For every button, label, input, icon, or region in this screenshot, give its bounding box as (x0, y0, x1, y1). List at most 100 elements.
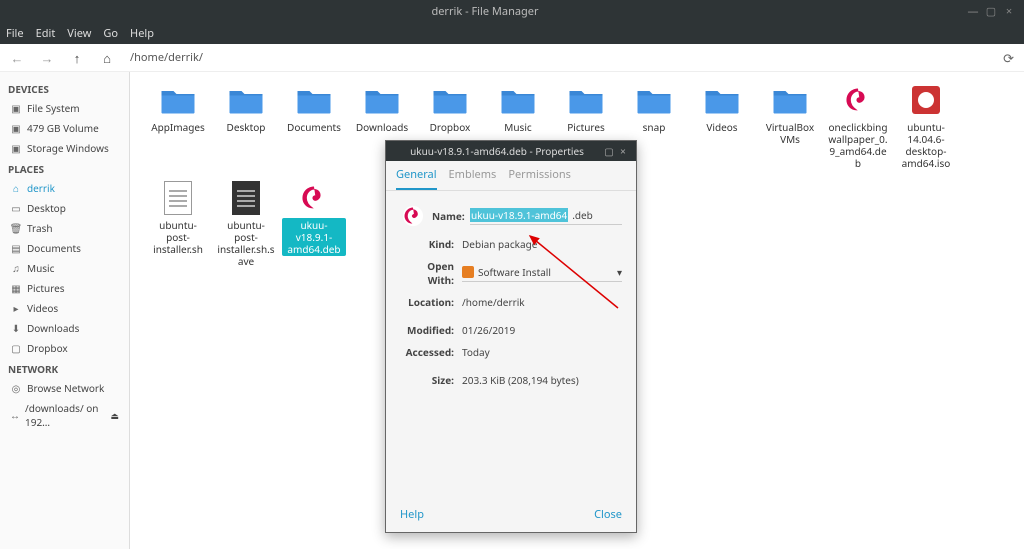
document-icon (158, 182, 198, 214)
menu-go[interactable]: Go (103, 26, 118, 41)
iso-icon (906, 84, 946, 116)
nav-forward-button[interactable]: → (40, 49, 54, 67)
sidebar-item-label: Browse Network (27, 381, 104, 395)
chevron-down-icon: ▾ (617, 265, 622, 279)
debian-swirl-icon (294, 182, 334, 214)
dialog-body: Name: ukuu-v18.9.1-amd64.deb Kind: Debia… (386, 191, 636, 497)
path-bar[interactable]: /home/derrik/ (130, 50, 987, 65)
sidebar-item[interactable]: ▣ Storage Windows (0, 138, 129, 158)
file-label: Desktop (225, 120, 268, 134)
eject-icon[interactable]: ⏏ (110, 409, 119, 422)
dialog-close-button[interactable]: × (616, 144, 630, 158)
file-label: ubuntu-post-installer.sh.save (214, 218, 278, 268)
sidebar-item-label: Downloads (27, 321, 79, 335)
dialog-footer: Help Close (386, 497, 636, 532)
dialog-maximize-button[interactable]: ▢ (602, 144, 616, 158)
sidebar-item[interactable]: ▣479 GB Volume (0, 118, 129, 138)
sidebar-item-icon: ▣ (10, 142, 22, 154)
window-close-button[interactable]: × (1000, 4, 1018, 19)
nav-home-button[interactable]: ⌂ (100, 49, 114, 67)
file-item[interactable]: AppImages (144, 84, 212, 170)
sidebar-item[interactable]: ▦Pictures (0, 278, 129, 298)
dialog-title: ukuu-v18.9.1-amd64.deb - Properties (392, 144, 602, 158)
sidebar-item-label: File System (27, 101, 80, 115)
sidebar-item[interactable]: ↔/downloads/ on 192…⏏ (0, 398, 129, 432)
label-kind: Kind: (400, 237, 462, 251)
file-item[interactable]: ubuntu-14.04.6-desktop-amd64.iso (892, 84, 960, 170)
sidebar-item-label: Pictures (27, 281, 65, 295)
folder-icon (702, 84, 742, 116)
sidebar-item-label: derrik (27, 181, 55, 195)
nav-up-button[interactable]: ↑ (70, 49, 84, 67)
sidebar-item[interactable]: ♫Music (0, 258, 129, 278)
file-label: Music (502, 120, 533, 134)
value-accessed: Today (462, 345, 622, 359)
file-label: Documents (285, 120, 343, 134)
sidebar-item[interactable]: ▣File System (0, 98, 129, 118)
sidebar-item-label: Dropbox (27, 341, 68, 355)
file-item[interactable]: Desktop (212, 84, 280, 170)
sidebar-item[interactable]: 🗑 Trash (0, 218, 129, 238)
sidebar-item[interactable]: ▤Documents (0, 238, 129, 258)
value-modified: 01/26/2019 (462, 323, 622, 337)
tab-permissions[interactable]: Permissions (508, 167, 571, 190)
file-item[interactable]: Videos (688, 84, 756, 170)
sidebar-item-icon: ⬇ (10, 322, 22, 334)
label-modified: Modified: (400, 323, 462, 337)
folder-icon (566, 84, 606, 116)
open-with-dropdown[interactable]: Software Install ▾ (462, 265, 622, 282)
tab-emblems[interactable]: Emblems (449, 167, 497, 190)
document-icon (226, 182, 266, 214)
file-item[interactable]: ubuntu-post-installer.sh.save (212, 182, 280, 268)
folder-icon (498, 84, 538, 116)
window-minimize-button[interactable]: — (964, 4, 982, 19)
reload-button[interactable]: ⟳ (1003, 49, 1014, 67)
sidebar-item-icon: ⌂ (10, 182, 22, 194)
file-item[interactable]: VirtualBox VMs (756, 84, 824, 170)
menu-view[interactable]: View (67, 26, 91, 41)
sidebar-item-icon: 🗑 (10, 222, 22, 234)
file-label: Dropbox (428, 120, 473, 134)
sidebar-item[interactable]: ▢ Dropbox (0, 338, 129, 358)
close-button[interactable]: Close (594, 507, 622, 522)
nav-back-button[interactable]: ← (10, 49, 24, 67)
name-highlight: ukuu-v18.9.1-amd64 (470, 208, 568, 222)
file-item[interactable]: oneclickbingwallpaper_0.9_amd64.deb (824, 84, 892, 170)
folder-icon (294, 84, 334, 116)
folder-icon (634, 84, 674, 116)
sidebar-section-label: NETWORK (0, 358, 129, 378)
sidebar-item[interactable]: ⬇ Downloads (0, 318, 129, 338)
tab-general[interactable]: General (396, 167, 437, 190)
sidebar-item-icon: ▸ (10, 302, 22, 314)
file-label: Pictures (565, 120, 607, 134)
window-titlebar: derrik - File Manager — ▢ × (0, 0, 1024, 22)
file-item[interactable]: ubuntu-post-installer.sh (144, 182, 212, 268)
sidebar-section-label: PLACES (0, 158, 129, 178)
sidebar-item[interactable]: ◎Browse Network (0, 378, 129, 398)
file-item[interactable]: Documents (280, 84, 348, 170)
menu-edit[interactable]: Edit (36, 26, 56, 41)
file-label: Videos (704, 120, 739, 134)
sidebar-item-label: Trash (27, 221, 53, 235)
file-label: ukuu-v18.9.1-amd64.deb (282, 218, 346, 256)
dialog-tabs: General Emblems Permissions (386, 161, 636, 191)
sidebar-item-label: Videos (27, 301, 58, 315)
sidebar-item[interactable]: ▭Desktop (0, 198, 129, 218)
dialog-titlebar[interactable]: ukuu-v18.9.1-amd64.deb - Properties ▢ × (386, 141, 636, 161)
menu-file[interactable]: File (6, 26, 24, 41)
sidebar-item[interactable]: ▸ Videos (0, 298, 129, 318)
sidebar-item[interactable]: ⌂ derrik (0, 178, 129, 198)
folder-icon (770, 84, 810, 116)
window-maximize-button[interactable]: ▢ (982, 4, 1000, 19)
debian-swirl-icon (400, 203, 426, 229)
sidebar-item-label: Storage Windows (27, 141, 109, 155)
file-item[interactable]: ukuu-v18.9.1-amd64.deb (280, 182, 348, 268)
name-field[interactable]: ukuu-v18.9.1-amd64.deb (470, 208, 622, 225)
sidebar: DEVICES▣File System▣479 GB Volume▣Storag… (0, 72, 130, 549)
help-button[interactable]: Help (400, 507, 424, 522)
sidebar-item-icon: ▢ (10, 342, 22, 354)
file-label: ubuntu-14.04.6-desktop-amd64.iso (894, 120, 958, 170)
label-accessed: Accessed: (400, 345, 462, 359)
menu-help[interactable]: Help (130, 26, 154, 41)
sidebar-item-label: Documents (27, 241, 81, 255)
